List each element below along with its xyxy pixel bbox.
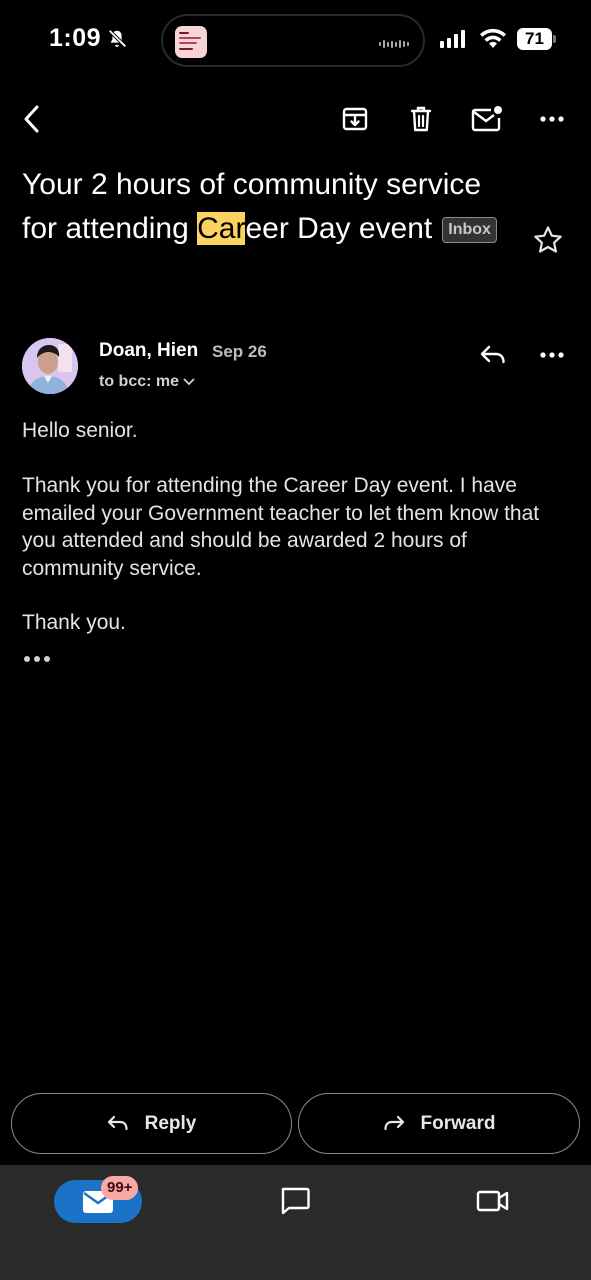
star-button[interactable] <box>528 220 568 260</box>
search-highlight: Car <box>197 212 246 245</box>
forward-button[interactable]: Forward <box>298 1093 580 1154</box>
message-more-button[interactable] <box>535 342 569 368</box>
body-closing: Thank you. <box>22 611 126 634</box>
archive-icon <box>342 107 368 131</box>
back-icon <box>24 105 39 133</box>
star-icon <box>534 226 562 253</box>
battery-icon: 71 <box>517 28 556 50</box>
email-date: Sep 26 <box>212 342 267 361</box>
chevron-down-icon <box>183 378 195 386</box>
reply-button[interactable]: Reply <box>11 1093 292 1154</box>
recipient-details[interactable]: to bcc: me <box>99 373 195 391</box>
chat-icon <box>281 1187 310 1215</box>
dynamic-island[interactable] <box>161 14 425 67</box>
sender-name[interactable]: Doan, Hien <box>99 340 198 362</box>
body-paragraph: Thank you for attending the Career Day e… <box>22 474 540 580</box>
nav-chat[interactable] <box>277 1183 313 1219</box>
subject-text-rest: eer Day event <box>245 212 433 245</box>
reply-icon <box>107 1115 128 1130</box>
reply-icon-button[interactable] <box>476 340 510 370</box>
status-bar: 1:09 71 <box>0 0 591 80</box>
reply-icon <box>480 345 505 364</box>
battery-level: 71 <box>517 28 552 50</box>
mark-unread-button[interactable] <box>467 100 507 138</box>
more-options-button[interactable] <box>533 100 571 138</box>
trash-icon <box>410 106 432 132</box>
nav-meet[interactable] <box>474 1183 512 1219</box>
recipient-text: to bcc: me <box>99 373 180 390</box>
island-app-icon <box>175 26 207 58</box>
show-trimmed-content-button[interactable] <box>24 656 50 662</box>
forward-label: Forward <box>420 1112 496 1134</box>
cellular-signal-icon <box>440 30 465 48</box>
body-greeting: Hello senior. <box>22 419 138 442</box>
status-time: 1:09 <box>49 24 102 52</box>
back-button[interactable] <box>14 101 50 137</box>
forward-icon <box>383 1115 404 1130</box>
more-icon <box>540 116 564 122</box>
delete-button[interactable] <box>402 100 440 138</box>
archive-button[interactable] <box>336 100 374 138</box>
inbox-label[interactable]: Inbox <box>442 217 497 243</box>
unread-badge: 99+ <box>101 1176 139 1200</box>
more-icon <box>540 352 564 358</box>
wifi-icon <box>480 28 506 48</box>
email-subject: Your 2 hours of community service for at… <box>22 163 502 251</box>
reply-label: Reply <box>144 1112 197 1134</box>
video-icon <box>476 1190 509 1212</box>
bottom-navigation: 99+ <box>0 1165 591 1280</box>
sender-avatar[interactable] <box>22 338 78 394</box>
bell-off-icon <box>108 29 127 48</box>
mark-unread-icon <box>471 106 502 132</box>
audio-wave-icon <box>379 40 409 48</box>
